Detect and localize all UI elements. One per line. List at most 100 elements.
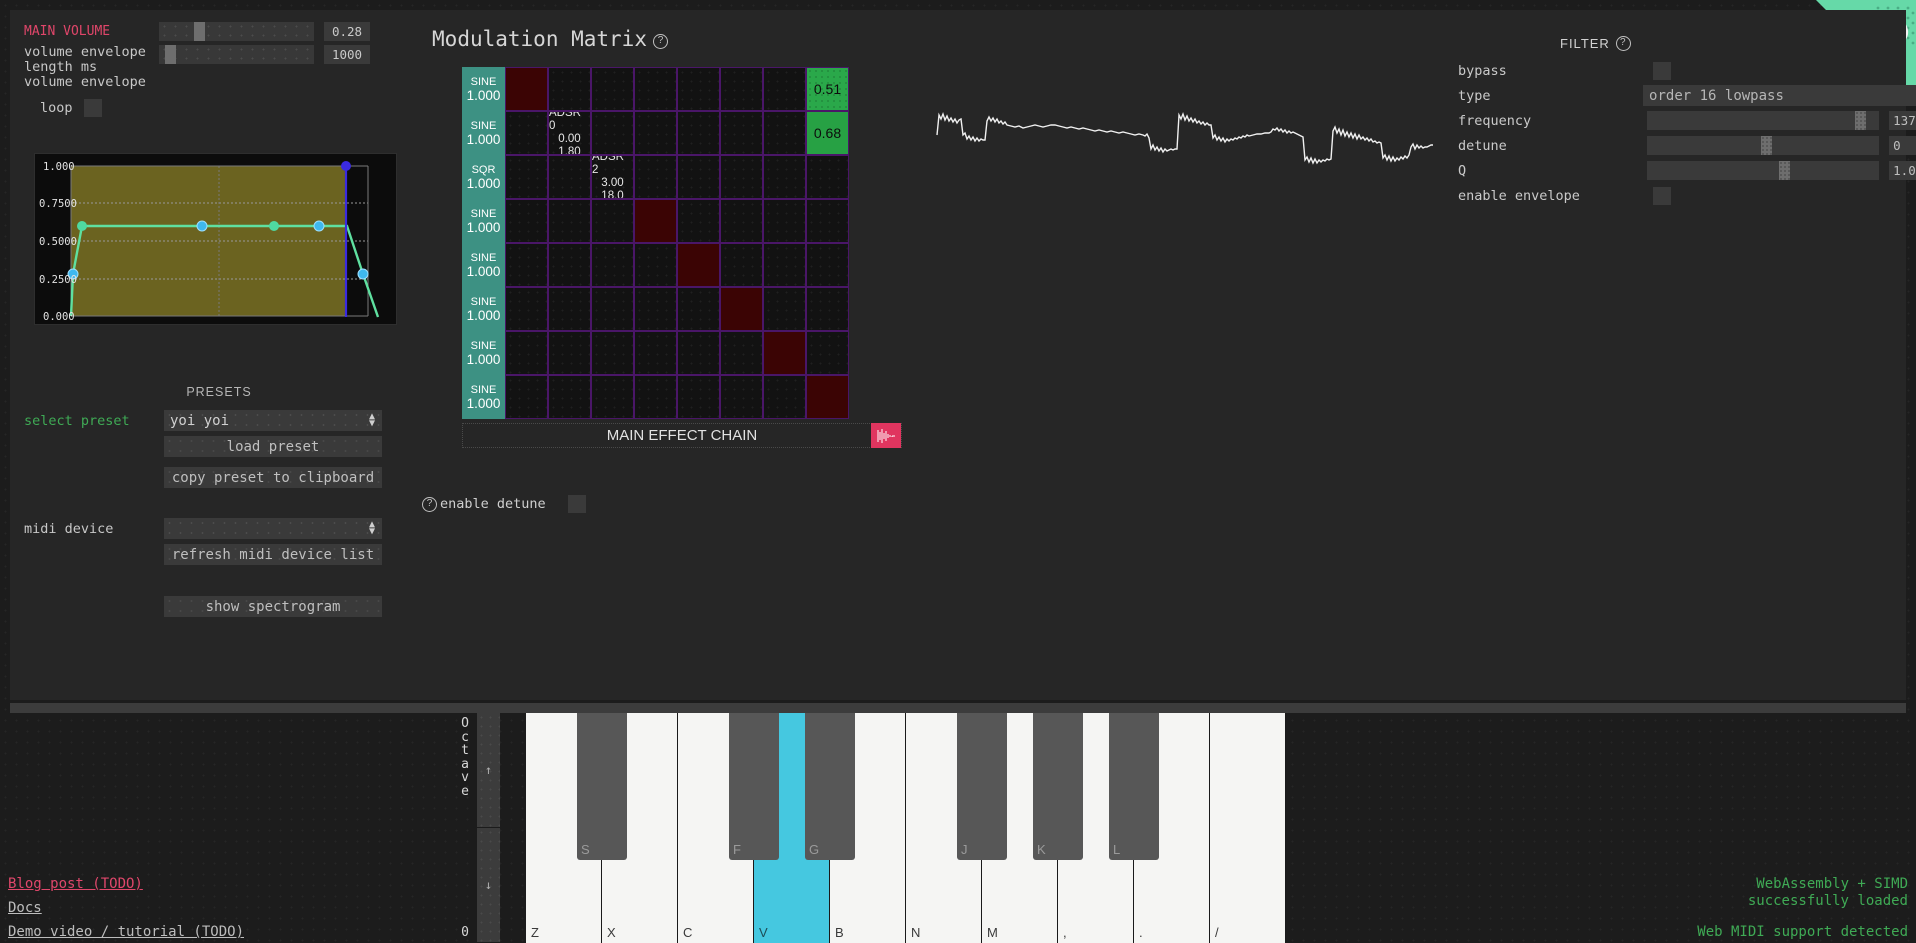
horizontal-scrollbar[interactable] — [10, 703, 1906, 713]
matrix-cell-1-2[interactable] — [591, 111, 634, 155]
matrix-cell-5-2[interactable] — [591, 287, 634, 331]
matrix-cell-1-6[interactable] — [763, 111, 806, 155]
preset-select[interactable]: yoi yoi ▲ ▼ — [164, 410, 382, 431]
main-volume-value[interactable]: 0.28 — [324, 21, 370, 41]
matrix-cell-1-3[interactable] — [634, 111, 677, 155]
matrix-cell-5-0[interactable] — [505, 287, 548, 331]
matrix-cell-diagonal-0-0[interactable] — [505, 67, 548, 111]
matrix-cell-4-3[interactable] — [634, 243, 677, 287]
matrix-cell-4-6[interactable] — [763, 243, 806, 287]
copy-preset-button[interactable]: copy preset to clipboard — [164, 467, 382, 488]
matrix-cell-1-5[interactable] — [720, 111, 763, 155]
matrix-cell-4-2[interactable] — [591, 243, 634, 287]
matrix-cell-0-6[interactable] — [763, 67, 806, 111]
filter-q-value[interactable]: 1.0 — [1889, 161, 1916, 180]
matrix-cell-3-1[interactable] — [548, 199, 591, 243]
matrix-cell-2-1[interactable] — [548, 155, 591, 199]
matrix-cell-7-0[interactable] — [505, 375, 548, 419]
help-icon[interactable]: ? — [652, 34, 668, 49]
octave-down-button[interactable]: ↓ — [477, 828, 500, 943]
matrix-cell-1-4[interactable] — [677, 111, 720, 155]
piano-black-key-S[interactable]: S — [577, 713, 627, 860]
matrix-cell-7-6[interactable] — [763, 375, 806, 419]
footer-link-1[interactable]: Docs — [8, 900, 244, 916]
matrix-adsr-1-1[interactable]: ADSR 0 0.00 1.80 — [548, 111, 591, 155]
matrix-cell-3-0[interactable] — [505, 199, 548, 243]
refresh-midi-button[interactable]: refresh midi device list — [164, 544, 382, 565]
matrix-cell-diagonal-4-4[interactable] — [677, 243, 720, 287]
filter-frequency-slider[interactable] — [1646, 111, 1880, 130]
matrix-cell-2-4[interactable] — [677, 155, 720, 199]
filter-detune-slider[interactable] — [1646, 136, 1880, 155]
matrix-cell-5-3[interactable] — [634, 287, 677, 331]
piano-black-key-L[interactable]: L — [1109, 713, 1159, 860]
slider-thumb[interactable] — [194, 21, 205, 41]
matrix-cell-2-7[interactable] — [806, 155, 849, 199]
show-spectrogram-button[interactable]: show spectrogram — [164, 596, 382, 617]
slider-thumb[interactable] — [1854, 111, 1866, 130]
matrix-cell-5-6[interactable] — [763, 287, 806, 331]
filter-bypass-checkbox[interactable] — [1653, 61, 1671, 80]
matrix-cell-6-7[interactable] — [806, 331, 849, 375]
slider-thumb[interactable] — [1778, 161, 1790, 180]
matrix-cell-7-2[interactable] — [591, 375, 634, 419]
matrix-osc-0[interactable]: SINE 1.000 — [462, 67, 505, 111]
matrix-cell-3-2[interactable] — [591, 199, 634, 243]
slider-thumb[interactable] — [165, 45, 176, 64]
matrix-cell-2-6[interactable] — [763, 155, 806, 199]
main-volume-slider[interactable] — [159, 21, 314, 41]
matrix-cell-3-5[interactable] — [720, 199, 763, 243]
filter-detune-value[interactable]: 0 — [1889, 136, 1916, 155]
matrix-cell-0-3[interactable] — [634, 67, 677, 111]
piano-black-key-J[interactable]: J — [957, 713, 1007, 860]
footer-link-0[interactable]: Blog post (TODO) — [8, 876, 244, 892]
piano-black-key-G[interactable]: G — [805, 713, 855, 860]
matrix-output-0[interactable]: 0.51 — [806, 67, 849, 111]
matrix-cell-6-4[interactable] — [677, 331, 720, 375]
matrix-osc-1[interactable]: SINE 1.000 — [462, 111, 505, 155]
matrix-cell-diagonal-7-7[interactable] — [806, 375, 849, 419]
matrix-cell-0-2[interactable] — [591, 67, 634, 111]
help-icon[interactable]: ? — [1615, 36, 1631, 51]
matrix-osc-4[interactable]: SINE 1.000 — [462, 243, 505, 287]
matrix-osc-3[interactable]: SINE 1.000 — [462, 199, 505, 243]
matrix-cell-diagonal-5-5[interactable] — [720, 287, 763, 331]
matrix-cell-4-0[interactable] — [505, 243, 548, 287]
matrix-cell-4-1[interactable] — [548, 243, 591, 287]
matrix-osc-2[interactable]: SQR 1.000 — [462, 155, 505, 199]
filter-type-select[interactable]: order 16 lowpass — [1643, 85, 1916, 106]
envelope-svg[interactable]: 1.000 0.7500 0.5000 0.2500 0.000 — [35, 154, 396, 324]
envelope-length-value[interactable]: 1000 — [324, 45, 370, 64]
matrix-cell-4-7[interactable] — [806, 243, 849, 287]
matrix-cell-7-5[interactable] — [720, 375, 763, 419]
matrix-cell-0-4[interactable] — [677, 67, 720, 111]
loop-checkbox[interactable] — [84, 99, 102, 117]
matrix-cell-6-3[interactable] — [634, 331, 677, 375]
matrix-cell-4-5[interactable] — [720, 243, 763, 287]
matrix-cell-6-5[interactable] — [720, 331, 763, 375]
matrix-cell-2-3[interactable] — [634, 155, 677, 199]
matrix-cell-diagonal-6-6[interactable] — [763, 331, 806, 375]
matrix-cell-3-6[interactable] — [763, 199, 806, 243]
matrix-cell-2-0[interactable] — [505, 155, 548, 199]
slider-thumb[interactable] — [1760, 136, 1772, 155]
load-preset-button[interactable]: load preset — [164, 436, 382, 457]
piano-black-key-F[interactable]: F — [729, 713, 779, 860]
matrix-cell-6-1[interactable] — [548, 331, 591, 375]
envelope-length-slider[interactable] — [159, 45, 314, 64]
matrix-cell-3-4[interactable] — [677, 199, 720, 243]
matrix-cell-5-4[interactable] — [677, 287, 720, 331]
modulation-matrix-grid[interactable]: SINE 1.000 0.51 SINE 1.000 ADSR 0 0.00 1.80 0.68… — [462, 67, 849, 419]
matrix-cell-7-1[interactable] — [548, 375, 591, 419]
piano-white-key-/[interactable]: / — [1210, 713, 1286, 943]
filter-enable-envelope-checkbox[interactable] — [1653, 186, 1671, 205]
main-effect-chain-button[interactable]: MAIN EFFECT CHAIN — [462, 423, 902, 448]
matrix-cell-6-0[interactable] — [505, 331, 548, 375]
matrix-cell-3-7[interactable] — [806, 199, 849, 243]
midi-device-select[interactable]: ▲ ▼ — [164, 518, 382, 539]
matrix-cell-2-5[interactable] — [720, 155, 763, 199]
matrix-osc-7[interactable]: SINE 1.000 — [462, 375, 505, 419]
filter-frequency-value[interactable]: 137 — [1889, 111, 1916, 130]
octave-up-button[interactable]: ↑ — [477, 713, 500, 828]
matrix-cell-0-5[interactable] — [720, 67, 763, 111]
